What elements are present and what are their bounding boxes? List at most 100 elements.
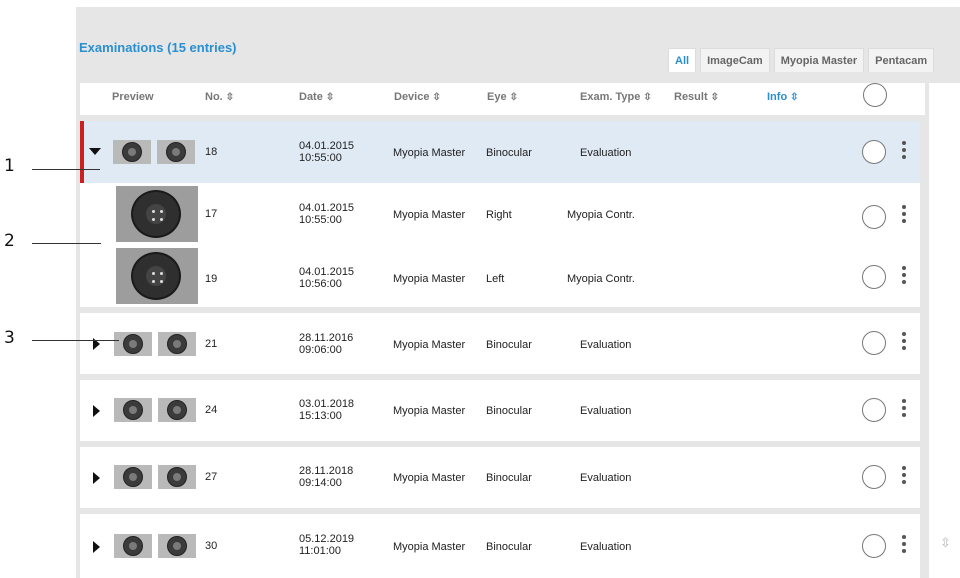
column-header-no[interactable]: No. ⇳ bbox=[205, 91, 234, 103]
column-header-result[interactable]: Result ⇳ bbox=[674, 91, 719, 103]
select-circle-icon[interactable] bbox=[862, 331, 886, 355]
sort-icon: ⇳ bbox=[325, 92, 335, 103]
eye-preview-thumbnail[interactable] bbox=[113, 140, 151, 164]
eye-preview-thumbnail[interactable] bbox=[114, 534, 152, 558]
sort-icon: ⇳ bbox=[432, 92, 441, 103]
callout-leader-line bbox=[32, 169, 100, 170]
table-row[interactable]: 27 28.11.2018 09:14:00 Myopia Master Bino… bbox=[80, 447, 920, 508]
exam-device: Myopia Master bbox=[393, 541, 466, 553]
exam-device: Myopia Master bbox=[393, 273, 466, 285]
kebab-menu-icon[interactable] bbox=[902, 399, 906, 420]
table-row[interactable]: 21 28.11.2016 09:06:00 Myopia Master Bino… bbox=[80, 313, 920, 374]
exam-eye: Binocular bbox=[486, 472, 532, 484]
exam-number: 19 bbox=[205, 273, 218, 285]
select-all-circle-icon[interactable] bbox=[863, 83, 887, 107]
kebab-menu-icon[interactable] bbox=[902, 266, 906, 287]
exam-type: Myopia Contr. bbox=[567, 273, 635, 285]
exam-date: 05.12.2019 11:01:00 bbox=[299, 533, 355, 557]
select-circle-icon[interactable] bbox=[862, 465, 886, 489]
exam-device: Myopia Master bbox=[393, 405, 466, 417]
select-circle-icon[interactable] bbox=[862, 205, 886, 229]
kebab-menu-icon[interactable] bbox=[902, 535, 906, 556]
sort-icon: ⇳ bbox=[225, 92, 235, 103]
eye-preview-thumbnail[interactable] bbox=[158, 332, 196, 356]
eye-preview-thumbnail[interactable] bbox=[114, 465, 152, 489]
table-row[interactable]: 18 04.01.2015 10:55:00 Myopia Master Bino… bbox=[80, 121, 920, 183]
exam-device: Myopia Master bbox=[393, 147, 466, 159]
collapse-triangle-icon[interactable] bbox=[89, 148, 101, 155]
expand-triangle-icon[interactable] bbox=[93, 541, 100, 553]
exam-type: Evaluation bbox=[580, 472, 632, 484]
eye-preview-thumbnail[interactable] bbox=[158, 534, 196, 558]
exam-eye: Binocular bbox=[486, 405, 532, 417]
exam-date: 28.11.2018 09:14:00 bbox=[299, 465, 354, 489]
eye-preview-thumbnail[interactable] bbox=[114, 398, 152, 422]
exam-number: 17 bbox=[205, 208, 218, 220]
sort-icon: ⇳ bbox=[643, 92, 652, 103]
exam-date: 04.01.2015 10:55:00 bbox=[299, 140, 355, 164]
exam-eye: Left bbox=[486, 273, 505, 285]
exam-type: Myopia Contr. bbox=[567, 209, 635, 221]
callout-label: 2 bbox=[4, 231, 15, 251]
table-row[interactable]: 17 04.01.2015 10:55:00 Myopia Master Righ… bbox=[80, 183, 920, 245]
column-header-exam-type[interactable]: Exam. Type ⇳ bbox=[580, 91, 652, 103]
column-header-preview: Preview bbox=[112, 91, 154, 103]
column-header-eye[interactable]: Eye ⇳ bbox=[487, 91, 518, 103]
select-circle-icon[interactable] bbox=[862, 265, 886, 289]
exam-eye: Binocular bbox=[486, 339, 532, 351]
select-circle-icon[interactable] bbox=[862, 140, 886, 164]
column-header-device[interactable]: Device ⇳ bbox=[394, 91, 441, 103]
expand-triangle-icon[interactable] bbox=[93, 472, 100, 484]
selection-marker bbox=[80, 121, 84, 183]
column-header-info[interactable]: Info ⇳ bbox=[767, 91, 799, 103]
exam-number: 30 bbox=[205, 540, 218, 552]
table-row[interactable]: 30 05.12.2019 11:01:00 Myopia Master Bino… bbox=[80, 514, 920, 578]
column-header-row: Preview No. ⇳ Date ⇳ Device ⇳ Eye ⇳ Exam. Ty… bbox=[80, 83, 925, 115]
exam-date: 04.01.2015 10:56:00 bbox=[299, 266, 355, 290]
table-row[interactable]: 24 03.01.2018 15:13:00 Myopia Master Bino… bbox=[80, 380, 920, 441]
callout-label: 1 bbox=[4, 156, 15, 176]
exam-eye: Right bbox=[486, 209, 512, 221]
exam-type: Evaluation bbox=[580, 541, 632, 553]
sort-icon: ⇳ bbox=[790, 92, 799, 103]
table-row[interactable]: 19 04.01.2015 10:56:00 Myopia Master Left… bbox=[80, 245, 920, 307]
exam-number: 24 bbox=[205, 404, 218, 416]
exam-type: Evaluation bbox=[580, 405, 632, 417]
kebab-menu-icon[interactable] bbox=[902, 141, 906, 162]
eye-preview-image[interactable] bbox=[116, 248, 198, 304]
exam-device: Myopia Master bbox=[393, 339, 466, 351]
sort-icon: ⇳ bbox=[710, 92, 720, 103]
tab-pentacam[interactable]: Pentacam bbox=[868, 48, 935, 72]
exam-type: Evaluation bbox=[580, 147, 632, 159]
eye-preview-image[interactable] bbox=[116, 186, 198, 242]
exam-device: Myopia Master bbox=[393, 209, 466, 221]
eye-preview-thumbnail[interactable] bbox=[158, 398, 196, 422]
exam-device: Myopia Master bbox=[393, 472, 466, 484]
tab-myopia-master[interactable]: Myopia Master bbox=[773, 48, 865, 72]
kebab-menu-icon[interactable] bbox=[902, 205, 906, 226]
scrollbar[interactable] bbox=[929, 83, 960, 578]
kebab-menu-icon[interactable] bbox=[902, 332, 906, 353]
examinations-title: Examinations (15 entries) bbox=[79, 40, 237, 55]
exam-eye: Binocular bbox=[486, 147, 532, 159]
exam-date: 03.01.2018 15:13:00 bbox=[299, 398, 355, 422]
exam-date: 28.11.2016 09:06:00 bbox=[299, 332, 354, 356]
kebab-menu-icon[interactable] bbox=[902, 466, 906, 487]
exam-date: 04.01.2015 10:55:00 bbox=[299, 202, 355, 226]
select-circle-icon[interactable] bbox=[862, 534, 886, 558]
callout-leader-line bbox=[32, 340, 119, 341]
expand-triangle-icon[interactable] bbox=[93, 405, 100, 417]
eye-preview-thumbnail[interactable] bbox=[157, 140, 195, 164]
eye-preview-thumbnail[interactable] bbox=[114, 332, 152, 356]
callout-label: 3 bbox=[4, 328, 15, 348]
column-header-date[interactable]: Date ⇳ bbox=[299, 91, 334, 103]
exam-eye: Binocular bbox=[486, 541, 532, 553]
exam-number: 21 bbox=[205, 338, 218, 350]
exam-type: Evaluation bbox=[580, 339, 632, 351]
select-circle-icon[interactable] bbox=[862, 398, 886, 422]
tab-imagecam[interactable]: ImageCam bbox=[700, 48, 770, 72]
tab-all[interactable]: All bbox=[668, 48, 697, 72]
eye-preview-thumbnail[interactable] bbox=[158, 465, 196, 489]
scroll-updown-icon[interactable]: ⇳ bbox=[940, 535, 951, 551]
callout-leader-line bbox=[32, 243, 101, 244]
